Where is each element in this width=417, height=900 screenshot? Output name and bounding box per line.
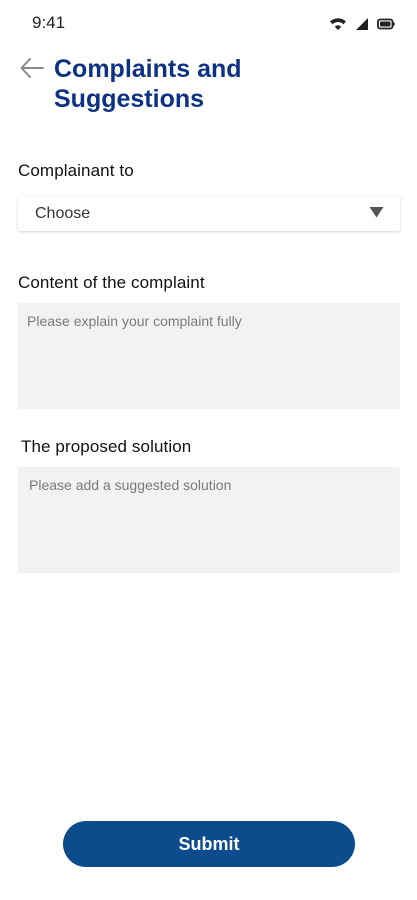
status-bar: 9:41 bbox=[0, 0, 417, 48]
back-button[interactable] bbox=[18, 56, 46, 84]
solution-label: The proposed solution bbox=[21, 437, 192, 456]
complainant-select-value: Choose bbox=[35, 204, 91, 222]
wifi-icon bbox=[329, 17, 347, 31]
complainant-select[interactable]: Choose bbox=[18, 196, 400, 231]
complaints-screen: 9:41 Complaints and Suggestions Complain… bbox=[0, 0, 417, 900]
content-label: Content of the complaint bbox=[18, 273, 205, 292]
status-time: 9:41 bbox=[32, 13, 66, 32]
complaint-content-field[interactable] bbox=[18, 303, 400, 409]
submit-button[interactable]: Submit bbox=[63, 821, 355, 867]
dropdown-arrow-icon bbox=[369, 205, 384, 223]
proposed-solution-field[interactable] bbox=[18, 467, 400, 573]
back-arrow-icon bbox=[19, 57, 45, 84]
page-title: Complaints and Suggestions bbox=[54, 55, 242, 113]
complainant-label: Complainant to bbox=[18, 161, 134, 180]
header: Complaints and Suggestions bbox=[18, 54, 399, 114]
battery-icon bbox=[377, 18, 395, 30]
status-icons bbox=[329, 17, 395, 31]
cellular-signal-icon bbox=[355, 17, 369, 31]
